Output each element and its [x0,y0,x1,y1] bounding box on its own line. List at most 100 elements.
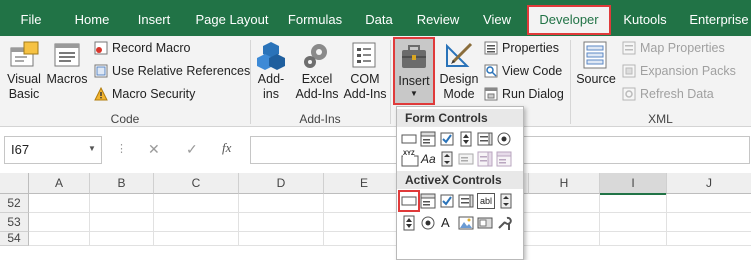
activex-scroll-bar-icon[interactable] [498,193,514,209]
activex-image-icon[interactable] [458,215,474,231]
refresh-data-button[interactable]: Refresh Data [622,84,714,104]
tab-enterprise[interactable]: Enterprise [688,8,750,32]
form-combo-list-icon[interactable] [477,151,493,167]
run-dialog-label: Run Dialog [502,87,564,101]
enter-icon[interactable]: ✓ [186,141,198,158]
com-add-ins-icon [349,40,381,70]
activex-toggle-button-icon[interactable] [477,215,493,231]
design-mode-icon [443,40,475,70]
use-relative-references-label: Use Relative References [112,64,251,78]
column-header[interactable]: A [29,173,90,194]
macros-button[interactable]: Macros [46,40,88,87]
code-group-label: Code [110,112,140,126]
expansion-packs-button[interactable]: Expansion Packs [622,61,736,81]
activex-check-box-icon[interactable] [439,193,455,209]
add-ins-label-1: Add- [257,72,285,86]
xml-source-button[interactable]: Source [574,40,618,87]
tab-kutools[interactable]: Kutools [620,8,670,32]
visual-basic-button[interactable]: Visual Basic [4,40,44,102]
xml-source-icon [580,40,612,70]
tab-home[interactable]: Home [70,8,114,32]
insert-controls-button[interactable]: Insert ▼ [393,37,435,105]
view-code-button[interactable]: View Code [484,61,562,81]
activex-spin-button-icon[interactable] [401,215,417,231]
tab-data[interactable]: Data [364,8,394,32]
add-ins-button[interactable]: Add- ins [252,40,290,102]
insert-function-icon[interactable]: fx [222,140,231,156]
tab-page-layout[interactable]: Page Layout [194,8,270,32]
run-dialog-button[interactable]: Run Dialog [484,84,564,104]
grid-row[interactable] [29,213,751,232]
activex-combo-box-icon[interactable] [420,193,436,209]
grid-row[interactable] [29,232,751,246]
ribbon-tab-bar: File Home Insert Page Layout Formulas Da… [0,0,751,36]
excel-add-ins-label-2: Add-Ins [295,87,339,101]
form-list-box-icon[interactable] [477,131,493,147]
row-header[interactable]: 53 [0,213,29,232]
grid-row[interactable] [29,194,751,213]
map-properties-icon [622,41,636,55]
column-header[interactable]: E [324,173,405,194]
formula-bar-grip-icon: ⋮ [116,143,127,155]
activex-list-box-icon[interactable] [458,193,474,209]
activex-controls-heading: ActiveX Controls [397,171,523,189]
cancel-icon[interactable]: ✕ [148,141,160,158]
source-label: Source [576,72,616,86]
record-macro-icon [94,41,108,55]
form-combo-dropdown-icon[interactable] [496,151,512,167]
tab-insert[interactable]: Insert [134,8,174,32]
view-code-icon [484,64,498,78]
activex-command-button-icon[interactable] [398,190,420,212]
column-header[interactable]: H [529,173,600,194]
row-header[interactable]: 54 [0,232,29,246]
activex-label-control[interactable]: A [441,215,457,231]
excel-add-ins-button[interactable]: Excel Add-Ins [294,40,340,102]
column-header[interactable]: D [239,173,324,194]
column-header[interactable]: J [667,173,751,194]
form-check-box-icon[interactable] [439,131,455,147]
properties-icon [484,41,498,55]
column-header-selected[interactable]: I [600,173,667,195]
design-mode-button[interactable]: Design Mode [438,40,480,102]
tab-view[interactable]: View [482,8,512,32]
com-add-ins-button[interactable]: COM Add-Ins [342,40,388,102]
tab-file[interactable]: File [14,8,48,32]
insert-controls-dropdown: Form Controls XYZ Aa ActiveX Controls ab… [396,106,524,260]
form-group-box-icon[interactable]: XYZ [401,151,419,167]
use-relative-references-button[interactable]: Use Relative References [94,61,250,81]
name-box-dropdown-icon[interactable]: ▼ [88,144,96,153]
activex-option-button-icon[interactable] [420,215,436,231]
macro-security-button[interactable]: Macro Security [94,84,195,104]
view-code-label: View Code [502,64,563,78]
properties-button[interactable]: Properties [484,38,559,58]
form-combo-box-icon[interactable] [420,131,436,147]
activex-more-controls-icon[interactable] [496,215,512,231]
expansion-packs-icon [622,64,636,78]
relative-references-icon [94,64,108,78]
record-macro-label: Record Macro [112,41,191,55]
warning-icon [94,86,108,101]
macros-icon [51,40,83,70]
form-text-field-icon[interactable] [458,151,474,167]
map-properties-button[interactable]: Map Properties [622,38,725,58]
column-header[interactable]: B [90,173,154,194]
com-add-ins-label-1: COM [350,72,380,86]
group-box-label: XYZ [403,151,415,157]
form-scroll-bar-icon[interactable] [439,151,455,167]
expansion-packs-label: Expansion Packs [640,64,736,78]
form-option-button-icon[interactable] [496,131,512,147]
row-header[interactable]: 52 [0,194,29,213]
record-macro-button[interactable]: Record Macro [94,38,191,58]
com-add-ins-label-2: Add-Ins [343,87,387,101]
gear-icon [301,40,333,70]
column-header[interactable]: C [154,173,239,194]
tab-developer[interactable]: Developer [527,5,611,35]
select-all-corner[interactable] [0,173,29,194]
activex-text-box-control[interactable]: abl [477,193,495,209]
form-spin-button-icon[interactable] [458,131,474,147]
form-button-control-icon[interactable] [401,131,417,147]
tab-formulas[interactable]: Formulas [286,8,344,32]
toolbox-icon [398,42,430,72]
tab-review[interactable]: Review [416,8,460,32]
form-label-control[interactable]: Aa [421,151,439,167]
